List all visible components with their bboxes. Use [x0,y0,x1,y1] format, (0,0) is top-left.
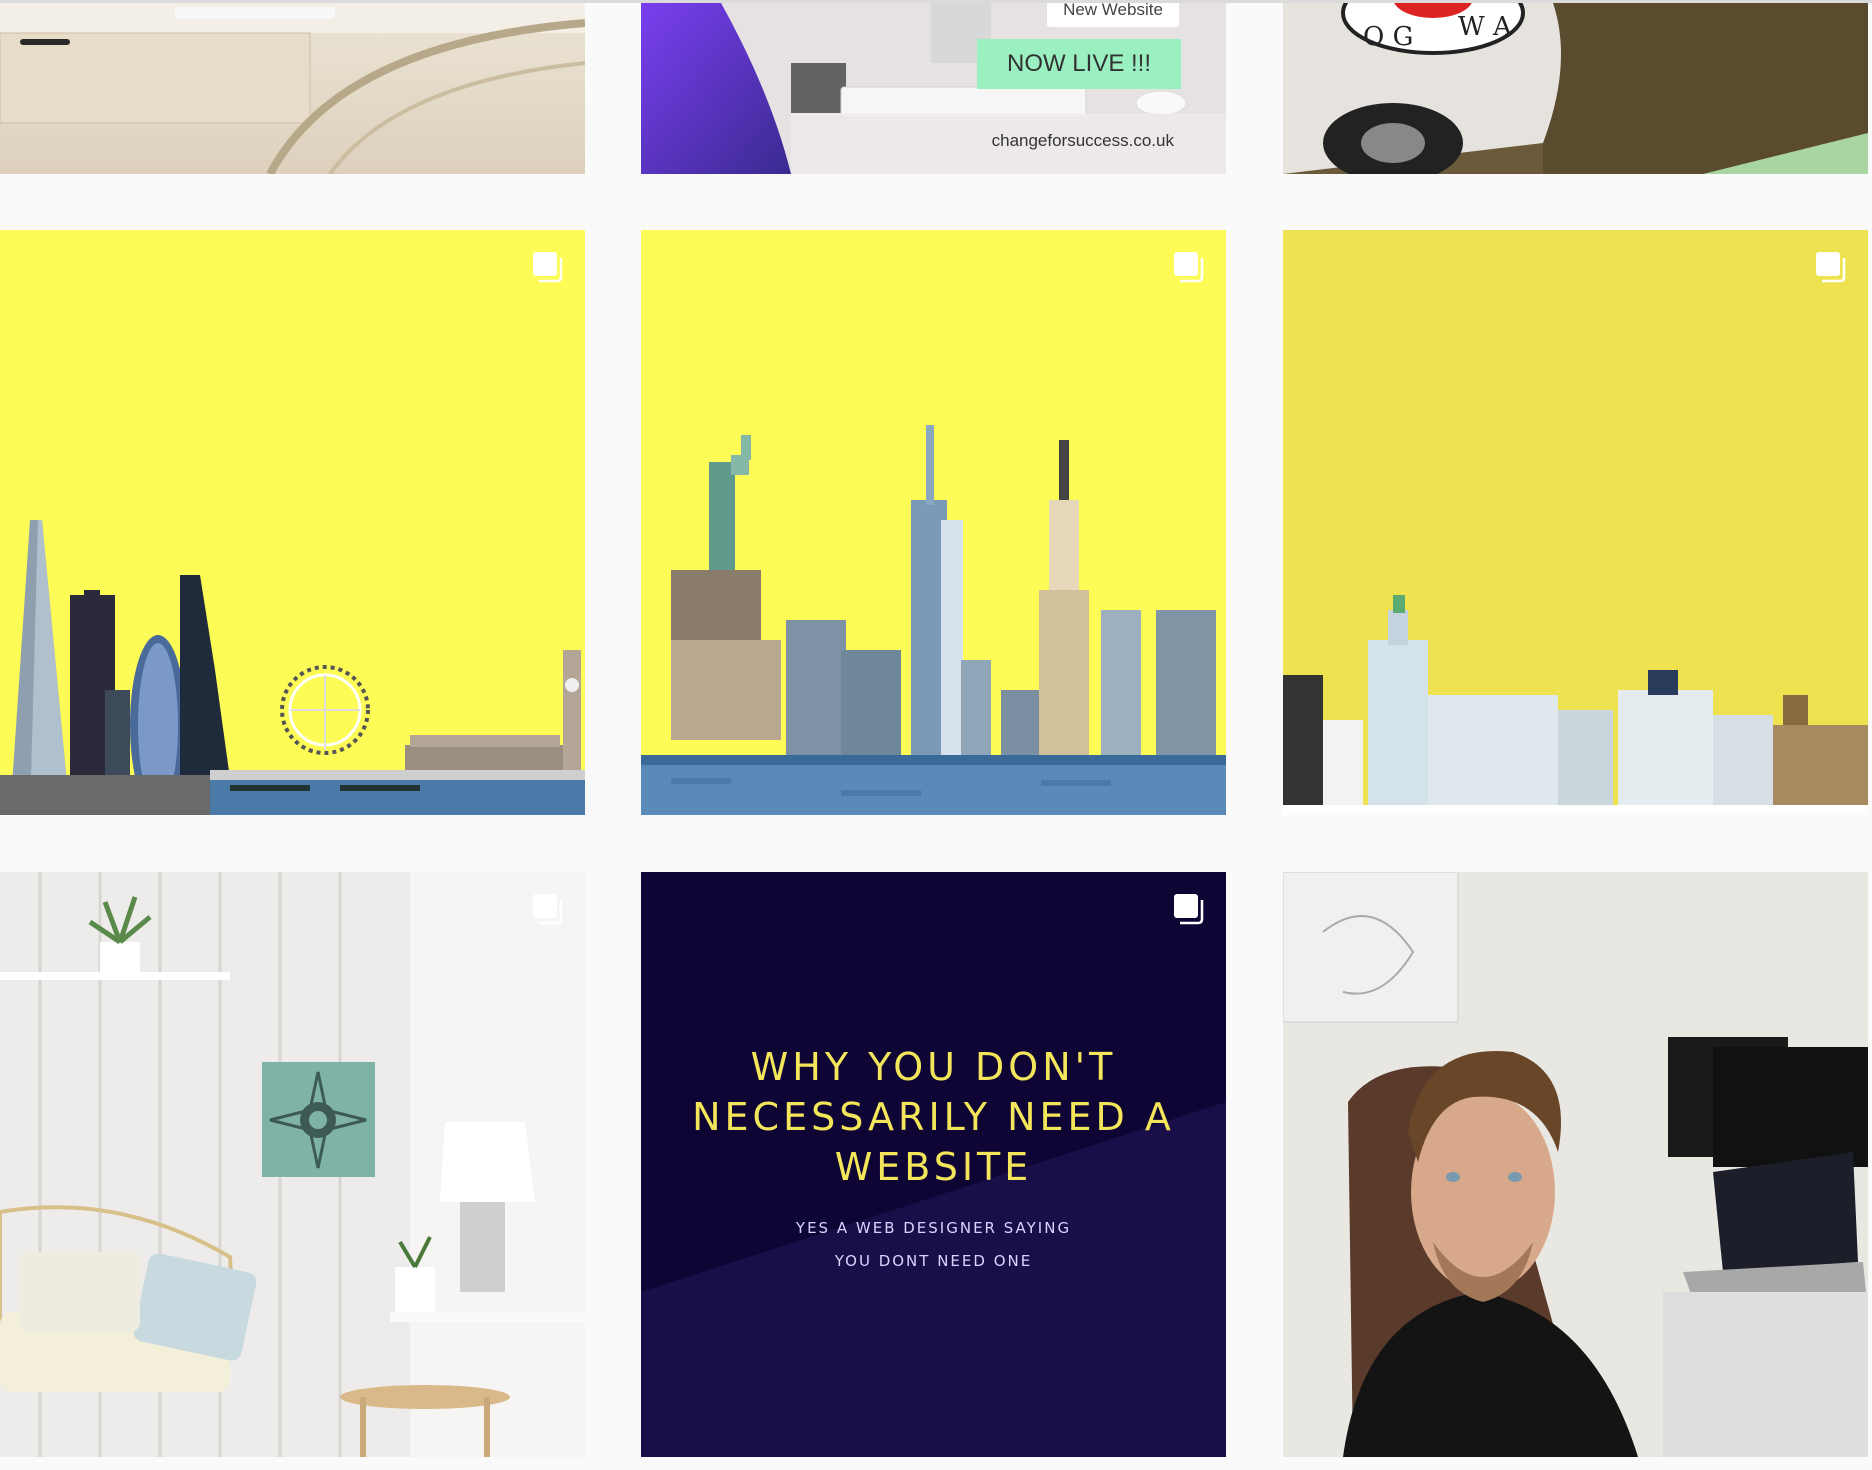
grid-post-1[interactable] [0,3,585,174]
carousel-icon [531,250,565,284]
now-live-badge: NOW LIVE !!! [977,39,1181,89]
post-image [0,3,585,174]
grid-post-8[interactable]: WHY YOU DON'T NECESSARILY NEED A WEBSITE… [641,872,1226,1457]
grid-post-2[interactable]: New Website NOW LIVE !!! changeforsucces… [641,3,1226,174]
domain-label: changeforsuccess.co.uk [991,131,1174,150]
grid-post-5[interactable] [641,230,1226,815]
carousel-icon [531,892,565,926]
carousel-icon [1172,892,1206,926]
post-image [0,872,585,1457]
grid-post-9[interactable] [1283,872,1868,1457]
svg-text:O G: O G [1363,22,1413,52]
carousel-icon [1172,250,1206,284]
post-headline: WHY YOU DON'T NECESSARILY NEED A WEBSITE [692,1045,1175,1189]
post-image: O G W A [1283,3,1868,174]
post-image [0,230,585,815]
post-image [641,230,1226,815]
grid-post-6[interactable] [1283,230,1868,815]
svg-text:W A: W A [1458,12,1513,42]
post-subline: YES A WEB DESIGNER SAYING YOU DONT NEED … [641,1212,1226,1278]
post-subline-2: YOU DONT NEED ONE [834,1252,1033,1270]
post-subline-1: YES A WEB DESIGNER SAYING [795,1219,1072,1237]
grid-post-7[interactable] [0,872,585,1457]
new-website-label: New Website [1047,3,1179,27]
carousel-icon [1814,250,1848,284]
post-image [1283,230,1868,815]
grid-post-3[interactable]: O G W A [1283,3,1868,174]
post-image [1283,872,1868,1457]
grid-post-4[interactable] [0,230,585,815]
